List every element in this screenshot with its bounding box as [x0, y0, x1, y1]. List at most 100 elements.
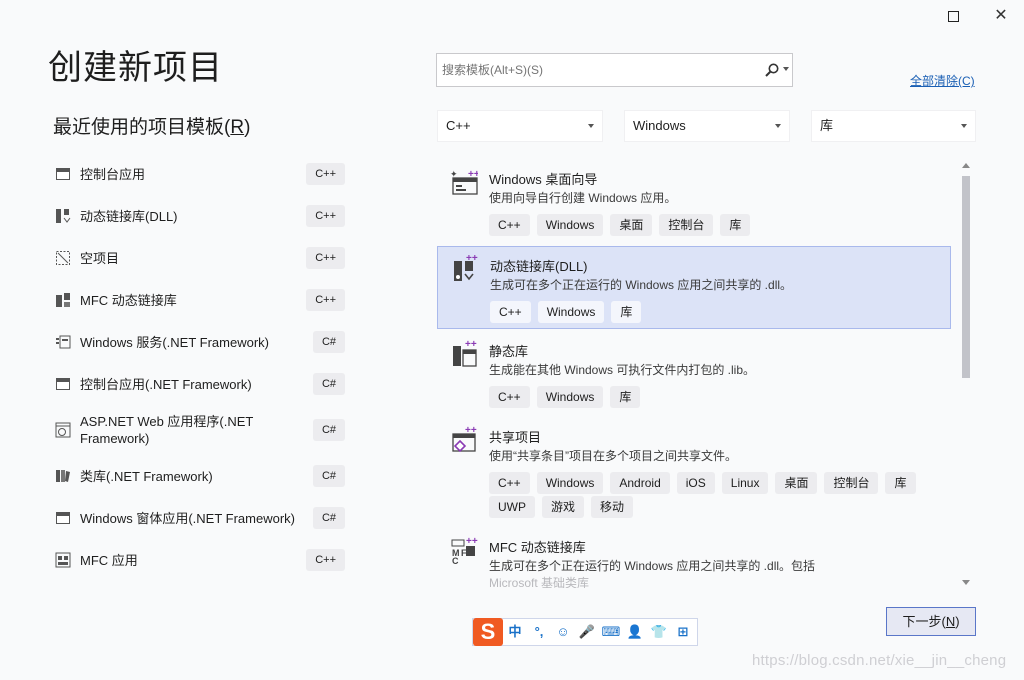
recent-item[interactable]: MFC 应用 C++ [55, 539, 347, 581]
template-item[interactable]: ++ 静态库 生成能在其他 Windows 可执行文件内打包的 .lib。 C+… [437, 332, 951, 418]
language-tag: C# [312, 507, 345, 529]
recent-item-label: 控制台应用(.NET Framework) [80, 376, 252, 392]
recent-item[interactable]: 动态链接库(DLL) C++ [55, 195, 347, 237]
template-item[interactable]: ++ 共享项目 使用“共享条目”项目在多个项目之间共享文件。 C++ Windo… [437, 418, 951, 528]
platform-filter-dropdown[interactable]: Windows [624, 110, 790, 142]
language-tag: C++ [306, 247, 345, 269]
template-description-line: Microsoft 基础类库 [489, 576, 590, 588]
recent-item-label: 动态链接库(DLL) [80, 208, 178, 224]
close-icon[interactable]: ✕ [991, 6, 1011, 26]
console-app-icon [55, 376, 71, 392]
template-tag: Windows [536, 214, 604, 236]
shared-project-icon: ++ [450, 425, 478, 454]
recent-item[interactable]: 控制台应用(.NET Framework) C# [55, 363, 347, 405]
language-tag: C# [312, 331, 345, 353]
clear-all-link[interactable]: 全部清除(C) [910, 72, 975, 89]
template-description: 使用向导自行创建 Windows 应用。 [489, 191, 677, 205]
template-tags: C++ Windows Android iOS Linux 桌面 控制台 库 U… [489, 472, 939, 518]
template-tags: C++ Windows 库 [490, 301, 940, 323]
ime-toolbar: S 中 °, ☺ 🎤 ⌨ 👤 👕 ⊞ [472, 618, 698, 646]
maximize-icon[interactable] [943, 6, 963, 26]
recent-item[interactable]: MFC 动态链接库 C++ [55, 279, 347, 321]
template-tag: C++ [490, 301, 531, 323]
svg-text:✦: ✦ [450, 169, 458, 179]
svg-text:++: ++ [466, 255, 478, 264]
language-tag: C++ [306, 289, 345, 311]
template-list: ✦ ++ Windows 桌面向导 使用向导自行创建 Windows 应用。 C+… [437, 160, 953, 588]
template-list-scrollbar[interactable] [958, 160, 974, 588]
dll-icon [55, 208, 71, 224]
sogou-logo-icon[interactable]: S [473, 618, 503, 646]
template-tag: Windows [537, 301, 605, 323]
chevron-down-icon [588, 124, 594, 128]
template-tag: iOS [676, 472, 715, 494]
template-name: Windows 桌面向导 [489, 172, 598, 187]
template-item[interactable]: M F C ++ MFC 动态链接库 生成可在多个正在运行的 Windows 应用之间… [437, 528, 951, 588]
ime-keyboard-icon[interactable]: ⌨ [599, 622, 623, 642]
recent-item[interactable]: 控制台应用 C++ [55, 153, 347, 195]
ime-chinese-mode[interactable]: 中 [503, 622, 527, 642]
template-description: 生成可在多个正在运行的 Windows 应用之间共享的 .dll。 [490, 278, 793, 292]
search-input[interactable] [437, 63, 747, 77]
template-tag: 控制台 [659, 214, 714, 236]
console-app-icon [55, 166, 71, 182]
search-options-caret-icon[interactable] [783, 67, 789, 71]
svg-text:C: C [452, 556, 459, 564]
language-tag: C++ [306, 205, 345, 227]
language-tag: C# [312, 465, 345, 487]
static-library-icon: ++ [450, 339, 478, 368]
template-tag: UWP [489, 496, 535, 518]
template-tags: C++ Windows 库 [489, 386, 939, 408]
recent-templates-list: 控制台应用 C++ 动态链接库(DLL) C++ 空项目 C++ MFC 动态链… [55, 153, 347, 581]
ime-punctuation-icon[interactable]: °, [527, 622, 551, 642]
search-icon[interactable] [764, 62, 780, 78]
recent-item[interactable]: Windows 窗体应用(.NET Framework) C# [55, 497, 347, 539]
template-tag: 桌面 [775, 472, 818, 494]
ime-emoji-icon[interactable]: ☺ [551, 622, 575, 642]
language-tag: C++ [306, 163, 345, 185]
svg-text:++: ++ [466, 536, 478, 547]
recent-item[interactable]: Windows 服务(.NET Framework) C# [55, 321, 347, 363]
windows-service-icon [55, 334, 71, 350]
recent-item[interactable]: 空项目 C++ [55, 237, 347, 279]
project-type-filter-dropdown[interactable]: 库 [811, 110, 976, 142]
recent-item-label: MFC 应用 [80, 552, 138, 568]
search-box[interactable] [436, 53, 793, 87]
language-filter-dropdown[interactable]: C++ [437, 110, 603, 142]
template-tag: 控制台 [824, 472, 879, 494]
template-name: 静态库 [489, 344, 529, 359]
language-tag: C++ [306, 549, 345, 571]
language-tag: C# [312, 373, 345, 395]
svg-text:++: ++ [465, 426, 477, 436]
mfc-app-icon [55, 552, 71, 568]
ime-user-icon[interactable]: 👤 [623, 622, 647, 642]
class-library-icon [55, 468, 71, 484]
scroll-up-arrow-icon[interactable] [962, 163, 970, 168]
next-button[interactable]: 下一步(N) [886, 607, 976, 636]
template-tag: 库 [611, 301, 642, 323]
template-item[interactable]: ✦ ++ Windows 桌面向导 使用向导自行创建 Windows 应用。 C+… [437, 160, 951, 246]
windows-forms-icon [55, 510, 71, 526]
template-item-selected[interactable]: ++ 动态链接库(DLL) 生成可在多个正在运行的 Windows 应用之间共享… [437, 246, 951, 329]
mfc-dll-icon: M F C ++ [450, 536, 478, 566]
template-tag: C++ [489, 472, 530, 494]
ime-microphone-icon[interactable]: 🎤 [575, 622, 599, 642]
language-tag: C# [312, 419, 345, 441]
template-tag: C++ [489, 214, 530, 236]
recent-templates-heading: 最近使用的项目模板(R) [53, 117, 251, 138]
recent-item[interactable]: 类库(.NET Framework) C# [55, 455, 347, 497]
scroll-down-arrow-icon[interactable] [962, 580, 970, 585]
dll-icon: ++ [451, 253, 479, 283]
template-tag: Linux [721, 472, 769, 494]
recent-item-label: ASP.NET Web 应用程序(.NET Framework) [80, 414, 254, 446]
svg-text:++: ++ [465, 340, 477, 350]
svg-text:++: ++ [468, 169, 478, 180]
recent-item[interactable]: ASP.NET Web 应用程序(.NET Framework) C# [55, 405, 347, 455]
template-tag: 移动 [591, 496, 634, 518]
scrollbar-thumb[interactable] [962, 176, 970, 378]
ime-toolbox-icon[interactable]: ⊞ [671, 622, 695, 642]
template-description: 生成能在其他 Windows 可执行文件内打包的 .lib。 [489, 363, 756, 377]
recent-item-label: 控制台应用 [80, 166, 146, 182]
mfc-dll-icon [55, 292, 71, 308]
ime-skin-icon[interactable]: 👕 [647, 622, 671, 642]
